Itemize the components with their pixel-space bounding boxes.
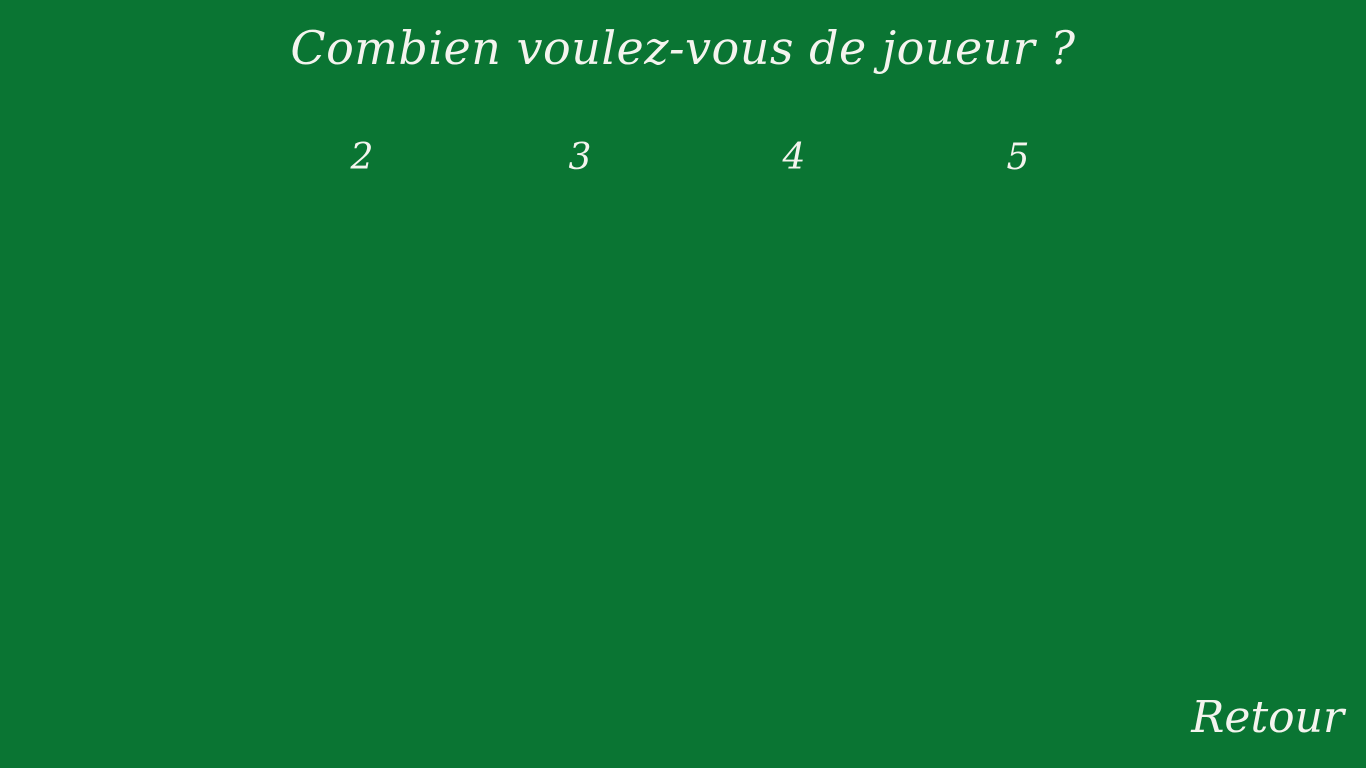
player-count-option-3[interactable]: 3 <box>550 133 610 183</box>
player-count-question: Combien voulez-vous de joueur ? <box>290 21 1076 75</box>
player-count-options: 2 3 4 5 <box>0 133 1366 183</box>
player-count-option-2[interactable]: 2 <box>332 133 392 183</box>
player-count-option-4[interactable]: 4 <box>764 133 824 183</box>
back-button[interactable]: Retour <box>1191 690 1344 746</box>
player-count-option-5[interactable]: 5 <box>988 133 1048 183</box>
